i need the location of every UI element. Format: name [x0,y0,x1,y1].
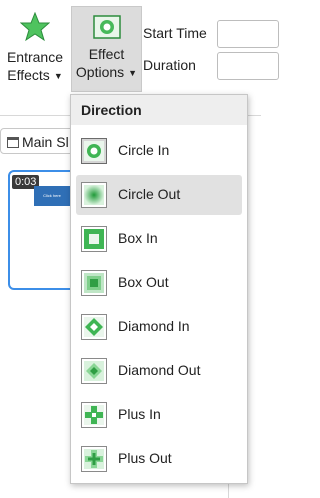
slide-preview-content: Click here [34,186,70,206]
diamond-out-icon [81,358,107,384]
plus-in-icon [81,402,107,428]
effect-options-label-line1: Effect [88,46,125,62]
circle-out-icon [81,182,107,208]
menu-item-plus-out[interactable]: Plus Out [76,439,242,479]
menu-item-label: Box Out [118,274,169,290]
menu-item-box-in[interactable]: Box In [76,219,242,259]
circle-in-icon [92,15,121,39]
chevron-down-icon: ▼ [53,71,63,81]
plus-out-icon [81,446,107,472]
diamond-in-icon [81,314,107,340]
duration-input[interactable] [217,52,279,80]
menu-item-circle-out[interactable]: Circle Out [76,175,242,215]
slide-icon [7,137,19,148]
effect-options-button[interactable]: Effect Options ▼ [71,6,142,92]
menu-item-label: Plus In [118,406,161,422]
menu-item-label: Plus Out [118,450,172,466]
menu-item-diamond-in[interactable]: Diamond In [76,307,242,347]
dropdown-header: Direction [71,95,247,125]
menu-item-diamond-out[interactable]: Diamond Out [76,351,242,391]
entrance-effects-label-line2: Effects [7,67,50,83]
tab-main-slide[interactable]: Main Sl [0,128,80,154]
star-icon [19,11,51,42]
duration-label: Duration [143,57,196,73]
menu-item-label: Circle In [118,142,170,158]
menu-item-circle-in[interactable]: Circle In [76,131,242,171]
start-time-label: Start Time [143,25,207,41]
box-in-icon [81,226,107,252]
menu-item-box-out[interactable]: Box Out [76,263,242,303]
chevron-down-icon: ▼ [128,68,138,78]
effect-options-label-line2: Options [75,64,125,80]
menu-item-label: Circle Out [118,186,181,202]
tab-main-slide-label: Main Sl [22,134,69,150]
menu-item-label: Diamond In [118,318,190,334]
menu-item-plus-in[interactable]: Plus In [76,395,242,435]
entrance-effects-label-line1: Entrance [6,49,64,65]
menu-item-label: Box In [118,230,158,246]
menu-item-label: Diamond Out [118,362,201,378]
direction-dropdown: Direction Circle In Circle Out Box In Bo… [70,94,248,484]
box-out-icon [81,270,107,296]
start-time-input[interactable] [217,20,279,48]
entrance-effects-button[interactable]: Entrance Effects ▼ [2,8,68,92]
circle-in-icon [81,138,107,164]
